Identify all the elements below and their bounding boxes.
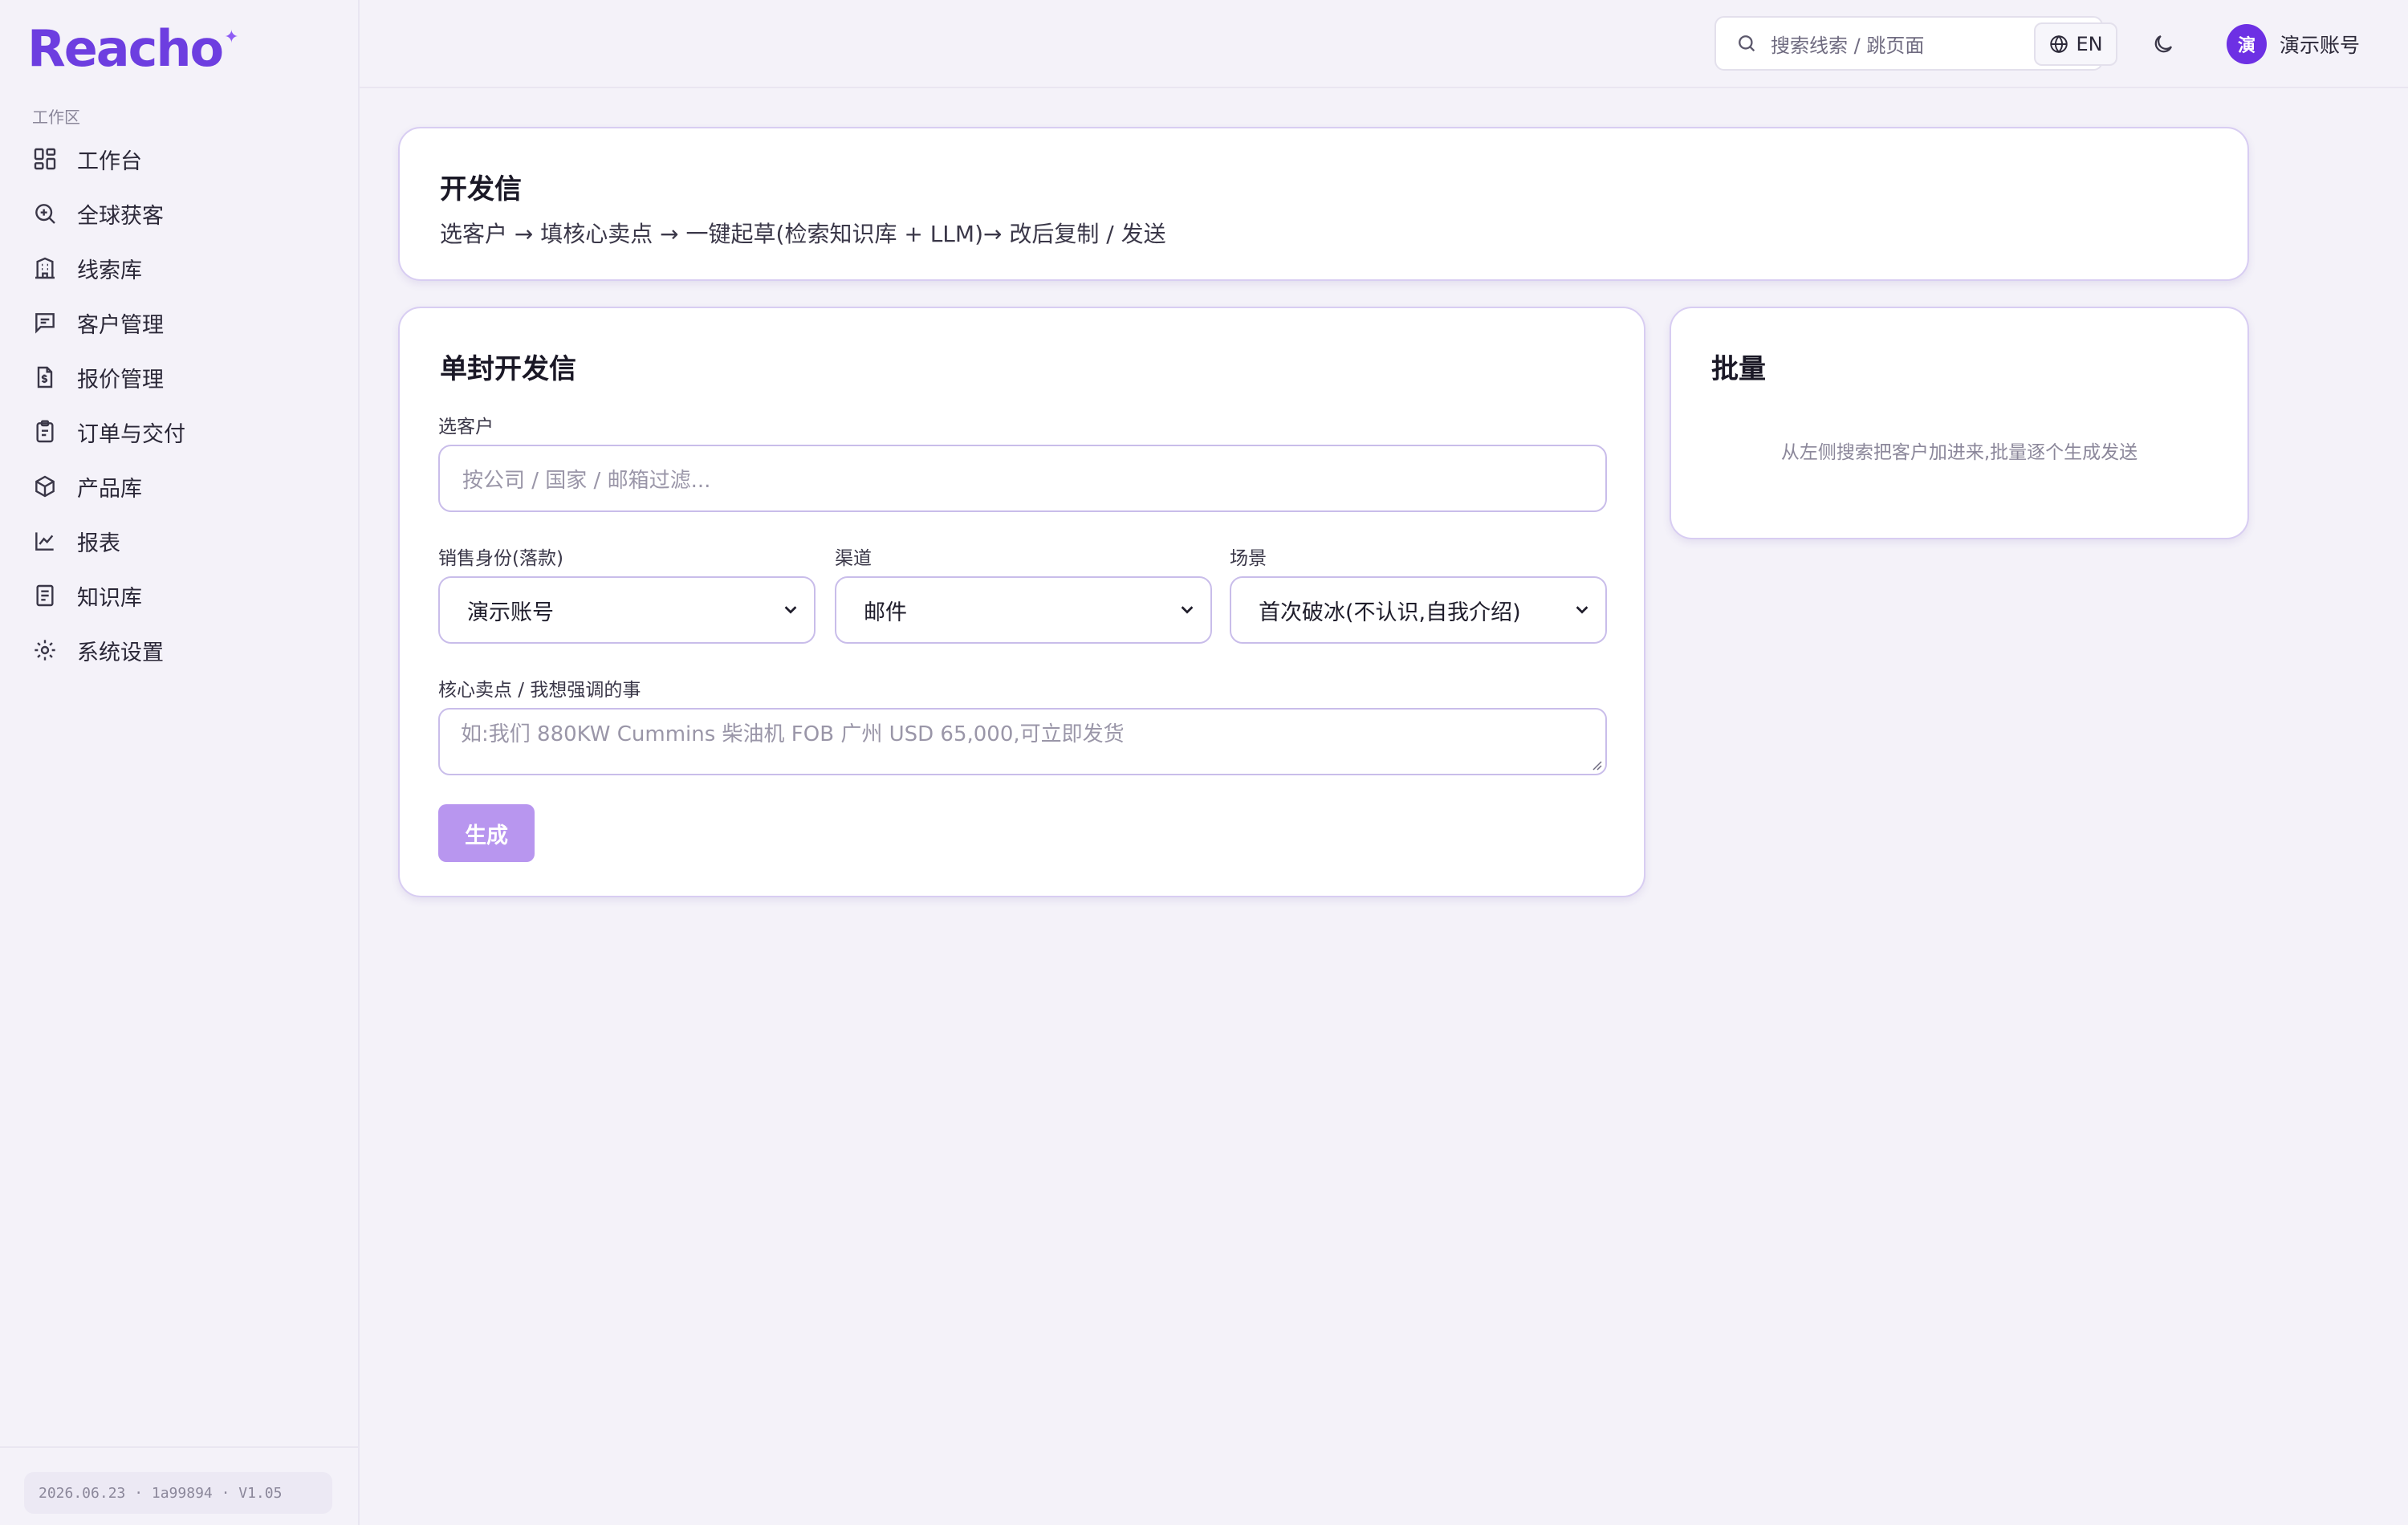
selling-points-placeholder: 如:我们 880KW Cummins 柴油机 FOB 广州 USD 65,000… [461,722,1125,746]
sales-identity-label: 销售身份(落款) [438,548,563,569]
sidebar-item-label: 知识库 [77,585,142,611]
sidebar-item-label: 客户管理 [77,312,164,338]
page-title: 开发信 [440,173,522,205]
moon-icon [2154,35,2173,53]
topbar: 搜索线索 / 跳页面 ⌘K EN 演 演示账号 [360,0,2408,88]
account-name: 演示账号 [2280,34,2361,57]
clipboard-icon [36,420,54,443]
file-dollar-icon [37,366,53,388]
sidebar-item-dashboard[interactable]: 工作台 [0,132,360,186]
intro-card: 开发信 选客户 → 填核心卖点 → 一键起草(检索知识库 + LLM)→ 改后复… [398,127,2249,281]
globe-icon [2050,35,2068,54]
box-icon [35,475,55,498]
sidebar-item-label: 全球获客 [77,203,164,229]
theme-toggle-button[interactable] [2143,24,2183,64]
sidebar-item-customers[interactable]: 客户管理 [0,295,360,350]
sidebar-item-settings[interactable]: 系统设置 [0,623,360,677]
sidebar-item-quotes[interactable]: 报价管理 [0,350,360,405]
building-icon [35,257,55,279]
document-icon [36,584,54,607]
scene-label: 场景 [1230,548,1267,569]
batch-title: 批量 [1711,353,1766,385]
line-chart-icon [35,532,54,551]
search-zoom-icon [35,204,55,224]
language-label: EN [2076,33,2103,55]
brand-logo[interactable]: Reacho ✦ [27,24,239,74]
sidebar-item-label: 工作台 [77,148,142,174]
sidebar-footer: 2026.06.23 · 1a99894 · V1.05 [0,1446,358,1525]
avatar: 演 [2227,24,2267,64]
page-subtitle: 选客户 → 填核心卖点 → 一键起草(检索知识库 + LLM)→ 改后复制 / … [440,221,1166,247]
sidebar-section-label: 工作区 [32,108,80,127]
sidebar-item-label: 报表 [77,531,120,556]
channel-label: 渠道 [835,548,872,569]
sidebar-item-label: 系统设置 [77,640,164,665]
sidebar-item-label: 订单与交付 [77,421,185,447]
message-icon [35,313,55,334]
scene-value: 首次破冰(不认识,自我介绍) [1259,600,1521,625]
chevron-down-icon [1181,606,1194,614]
sales-identity-value: 演示账号 [467,600,554,625]
sparkle-icon: ✦ [224,26,239,47]
sidebar-item-label: 报价管理 [77,367,164,392]
customer-label: 选客户 [438,417,494,437]
single-email-title: 单封开发信 [440,353,576,385]
sidebar-item-orders[interactable]: 订单与交付 [0,405,360,459]
search-placeholder: 搜索线索 / 跳页面 [1771,34,1925,57]
customer-filter-input[interactable]: 按公司 / 国家 / 邮箱过滤... [438,445,1607,512]
sidebar-nav: 工作台 全球获客 线索库 客户管理 报价管理 订单与交付 产品库 报表 知识库 … [0,132,360,677]
sidebar-item-leads[interactable]: 线索库 [0,241,360,295]
language-toggle-button[interactable]: EN [2034,22,2117,66]
sidebar-item-global-leads[interactable]: 全球获客 [0,186,360,241]
generate-button[interactable]: 生成 [438,804,535,862]
chevron-down-icon [1576,606,1588,614]
brand-name: Reacho [27,19,224,78]
single-email-card: 单封开发信 选客户 按公司 / 国家 / 邮箱过滤... 销售身份(落款) 演示… [398,307,1645,897]
channel-select[interactable]: 邮件 [835,576,1212,644]
sidebar-item-label: 线索库 [77,258,142,283]
sidebar-item-knowledge[interactable]: 知识库 [0,568,360,623]
resize-grip-icon[interactable] [1589,758,1602,771]
chevron-down-icon [784,606,797,614]
sidebar-item-reports[interactable]: 报表 [0,514,360,568]
batch-empty-state: 从左侧搜索把客户加进来,批量逐个生成发送 [1780,442,2138,463]
scene-select[interactable]: 首次破冰(不认识,自我介绍) [1230,576,1607,644]
sidebar-item-products[interactable]: 产品库 [0,459,360,514]
sidebar-item-label: 产品库 [77,476,142,502]
dashboard-grid-icon [34,148,56,170]
selling-points-label: 核心卖点 / 我想强调的事 [438,680,641,701]
gear-icon [35,640,55,661]
search-icon [1739,35,1755,52]
version-info: 2026.06.23 · 1a99894 · V1.05 [24,1472,332,1514]
sales-identity-select[interactable]: 演示账号 [438,576,816,644]
account-menu[interactable]: 演 演示账号 [2227,23,2360,65]
batch-card: 批量 从左侧搜索把客户加进来,批量逐个生成发送 [1670,307,2249,539]
channel-value: 邮件 [864,600,907,625]
selling-points-textarea[interactable]: 如:我们 880KW Cummins 柴油机 FOB 广州 USD 65,000… [438,708,1607,775]
sidebar: Reacho ✦ 工作区 工作台 全球获客 线索库 客户管理 报价管理 订单与交… [0,0,360,1525]
